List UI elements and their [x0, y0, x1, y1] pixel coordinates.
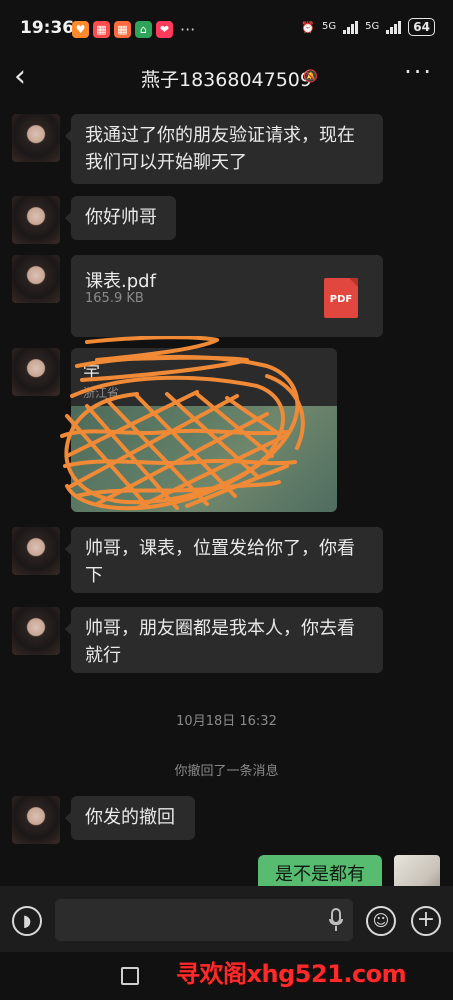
signal-icon-2: [386, 20, 402, 34]
status-app-icons: ♥ ▦ ▦ ⌂ ❤ ···: [72, 19, 196, 39]
house-app-icon: ⌂: [135, 20, 152, 38]
more-options-button[interactable]: ···: [404, 58, 433, 86]
message-bubble[interactable]: 你发的撤回: [65, 796, 195, 840]
watermark-text: 寻欢阁xhg521.com: [176, 960, 407, 988]
grid-app-icon: ▦: [93, 20, 110, 38]
file-size: 165.9 KB: [85, 291, 144, 306]
message-bubble[interactable]: 帅哥，课表，位置发给你了，你看下: [65, 527, 383, 593]
chat-title: 燕子18368047509: [141, 69, 312, 91]
mute-icon: 🔕: [303, 69, 318, 83]
grid-app-icon-2: ▦: [114, 20, 131, 38]
contact-avatar[interactable]: [12, 196, 60, 244]
message-bubble[interactable]: 你好帅哥: [65, 196, 176, 240]
pdf-file-icon: PDF: [324, 278, 358, 318]
message-input[interactable]: [55, 899, 353, 941]
battery-icon: 64: [408, 18, 435, 36]
status-bar: 19:36 ♥ ▦ ▦ ⌂ ❤ ··· ⏰ 5G 5G 64: [0, 0, 453, 56]
location-name: 宇: [83, 363, 100, 383]
love-app-icon: ❤: [156, 20, 173, 38]
status-indicators: ⏰ 5G 5G 64: [301, 18, 435, 36]
message-bubble[interactable]: 帅哥，朋友圈都是我本人，你去看就行: [65, 607, 383, 673]
input-bar: ◗ ☺ +: [0, 886, 453, 952]
voice-toggle-button[interactable]: ◗: [12, 906, 42, 936]
signal-icon-1: [343, 20, 359, 34]
more-notifications-icon: ···: [180, 19, 196, 39]
chat-header: ‹ 燕子18368047509 🔕 ···: [0, 56, 453, 100]
file-message-card[interactable]: 课表.pdf 165.9 KB PDF: [71, 255, 383, 337]
add-attachment-button[interactable]: +: [411, 906, 441, 936]
location-address: 浙江省: [83, 386, 120, 400]
contact-avatar[interactable]: [12, 527, 60, 575]
contact-avatar[interactable]: [12, 348, 60, 396]
contact-avatar[interactable]: [12, 255, 60, 303]
status-time: 19:36: [20, 18, 75, 38]
location-message-card[interactable]: 宇 浙江省: [71, 348, 337, 512]
network-label-1: 5G: [322, 21, 337, 32]
chat-timestamp: 10月18日 16:32: [176, 714, 277, 729]
location-map-preview: [71, 406, 337, 512]
network-label-2: 5G: [365, 21, 380, 32]
contact-avatar[interactable]: [12, 607, 60, 655]
alarm-icon: ⏰: [301, 20, 316, 34]
contact-avatar[interactable]: [12, 114, 60, 162]
contact-avatar[interactable]: [12, 796, 60, 844]
emoji-button[interactable]: ☺: [366, 906, 396, 936]
file-name: 课表.pdf: [85, 271, 156, 292]
message-bubble[interactable]: 我通过了你的朋友验证请求，现在我们可以开始聊天了: [65, 114, 383, 184]
heart-app-icon: ♥: [72, 20, 89, 38]
microphone-icon[interactable]: [329, 908, 343, 932]
recent-apps-button[interactable]: [121, 967, 139, 985]
recall-notice: 你撤回了一条消息: [174, 764, 279, 779]
